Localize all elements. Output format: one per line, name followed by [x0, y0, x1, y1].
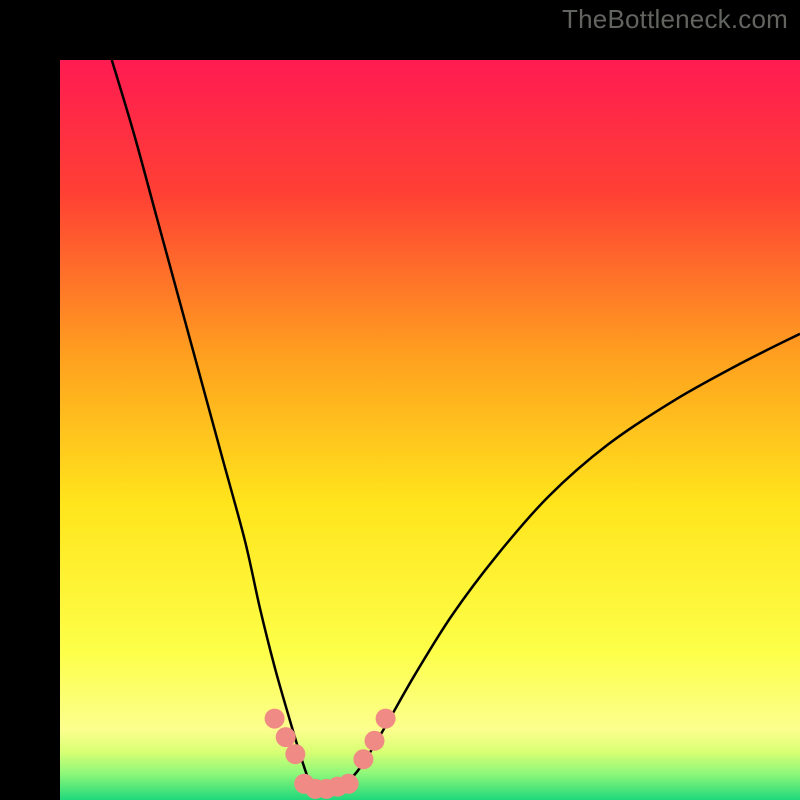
highlight-point: [376, 709, 396, 729]
highlight-point: [276, 727, 296, 747]
chart-svg: [60, 60, 800, 800]
highlight-point: [265, 709, 285, 729]
highlight-point: [353, 749, 373, 769]
watermark-text: TheBottleneck.com: [562, 4, 788, 35]
chart-plot-area: [60, 60, 800, 800]
highlight-point: [365, 731, 385, 751]
highlight-point: [285, 744, 305, 764]
chart-frame: [0, 0, 800, 800]
chart-background: [60, 60, 800, 800]
highlight-point: [339, 774, 359, 794]
